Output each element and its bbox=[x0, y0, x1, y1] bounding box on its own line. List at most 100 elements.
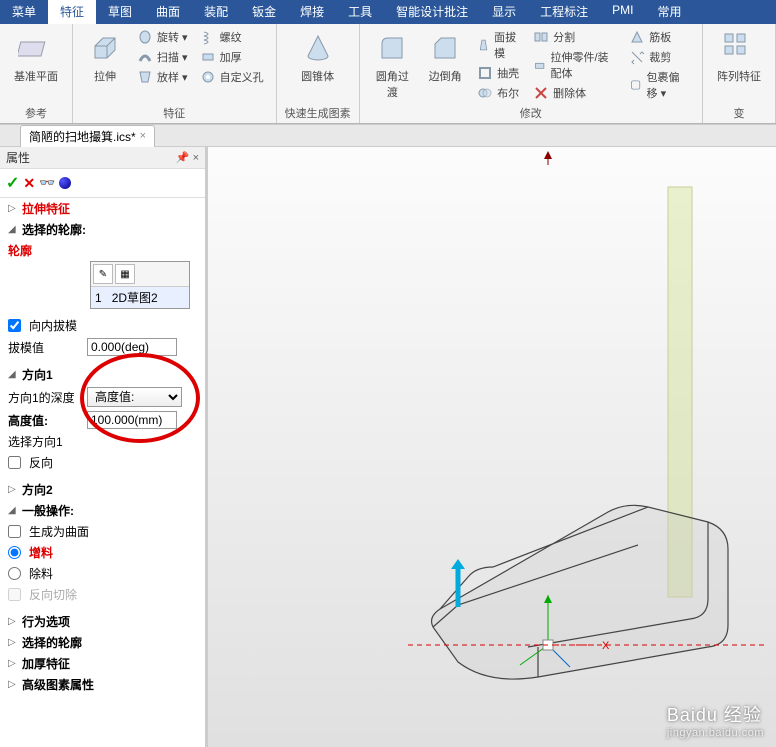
trim-button[interactable]: 裁剪 bbox=[625, 48, 694, 66]
sweep-icon bbox=[137, 49, 153, 65]
watermark: Baidu 经验 jingyan.baidu.com bbox=[667, 701, 764, 739]
tab-tools[interactable]: 工具 bbox=[336, 0, 384, 24]
tab-surface[interactable]: 曲面 bbox=[144, 0, 192, 24]
tab-sheetmetal[interactable]: 钣金 bbox=[240, 0, 288, 24]
inward-draft-row[interactable]: 向内拔模 bbox=[0, 315, 205, 336]
wrap-offset-button[interactable]: 包裹偏移 ▾ bbox=[625, 68, 694, 102]
general-op-row[interactable]: ◢ 一般操作: bbox=[0, 500, 205, 521]
tab-common[interactable]: 常用 bbox=[646, 0, 694, 24]
remove-material-radio[interactable] bbox=[8, 567, 21, 580]
thicken-feature-label: 加厚特征 bbox=[22, 655, 70, 672]
confirm-icon[interactable]: ✓ bbox=[6, 173, 19, 193]
array-icon bbox=[721, 30, 757, 66]
thread-icon bbox=[200, 29, 216, 45]
cone-button[interactable]: 圆锥体 bbox=[285, 28, 351, 86]
gen-surface-row[interactable]: 生成为曲面 bbox=[0, 521, 205, 542]
cancel-icon[interactable]: ✕ bbox=[23, 175, 35, 192]
main-area: 属性 📌 × ✓ ✕ 👓 ▷ 拉伸特征 ◢ 选择的轮廓: 轮廓 ✎ ▦ 1 bbox=[0, 147, 776, 747]
ribbon: 菜单 特征 草图 曲面 装配 钣金 焊接 工具 智能设计批注 显示 工程标注 P… bbox=[0, 0, 776, 125]
select-dir1-row[interactable]: 选择方向1 bbox=[0, 431, 205, 452]
reverse-cut-row[interactable]: 反向切除 bbox=[0, 584, 205, 605]
advanced-props-row[interactable]: ▷ 高级图素属性 bbox=[0, 674, 205, 695]
dir1-depth-select[interactable]: 高度值: bbox=[87, 387, 182, 407]
viewport-3d[interactable]: X Baidu 经验 jingyan.baidu.com bbox=[208, 147, 776, 747]
select-contour-row[interactable]: ▷ 选择的轮廓 bbox=[0, 632, 205, 653]
group-label-modify: 修改 bbox=[368, 103, 694, 123]
pull-part-button[interactable]: 拉伸零件/装配体 bbox=[529, 48, 621, 82]
tab-annotation[interactable]: 智能设计批注 bbox=[384, 0, 480, 24]
chamfer-icon bbox=[427, 30, 463, 66]
tab-weld[interactable]: 焊接 bbox=[288, 0, 336, 24]
preview-icon[interactable]: 👓 bbox=[39, 175, 55, 191]
thicken-feature-row[interactable]: ▷ 加厚特征 bbox=[0, 653, 205, 674]
draft-value-label: 拔模值 bbox=[8, 339, 83, 356]
close-icon[interactable]: × bbox=[140, 130, 146, 142]
reverse-row[interactable]: 反向 bbox=[0, 452, 205, 473]
dir2-section-row[interactable]: ▷ 方向2 bbox=[0, 479, 205, 500]
reverse-cut-checkbox bbox=[8, 588, 21, 601]
face-draft-button[interactable]: 面拔模 bbox=[473, 28, 525, 62]
remove-material-row[interactable]: 除料 bbox=[0, 563, 205, 584]
tab-menu[interactable]: 菜单 bbox=[0, 0, 48, 24]
edit-sketch-button[interactable]: ✎ bbox=[93, 264, 113, 284]
add-material-radio[interactable] bbox=[8, 546, 21, 559]
select-dir1-label: 选择方向1 bbox=[8, 433, 63, 450]
draft-icon bbox=[477, 37, 490, 53]
extrude-button[interactable]: 拉伸 bbox=[81, 28, 129, 86]
chamfer-button[interactable]: 边倒角 bbox=[421, 28, 469, 86]
rotate-button[interactable]: 旋转 ▾ bbox=[133, 28, 192, 46]
contour-section-row[interactable]: ◢ 选择的轮廓: bbox=[0, 219, 205, 240]
tab-sketch[interactable]: 草图 bbox=[96, 0, 144, 24]
tab-display[interactable]: 显示 bbox=[480, 0, 528, 24]
datum-plane-button[interactable]: 基准平面 bbox=[8, 28, 64, 86]
cone-icon bbox=[300, 30, 336, 66]
contour-list-box: ✎ ▦ 1 2D草图2 bbox=[90, 261, 190, 309]
gen-surface-checkbox[interactable] bbox=[8, 525, 21, 538]
contour-list-item[interactable]: 1 2D草图2 bbox=[91, 287, 189, 308]
general-op-label: 一般操作: bbox=[22, 502, 74, 519]
preview-dot-icon[interactable] bbox=[59, 177, 71, 189]
watermark-sub: jingyan.baidu.com bbox=[667, 727, 764, 739]
panel-header-controls[interactable]: 📌 × bbox=[176, 151, 199, 164]
dir1-section-row[interactable]: ◢ 方向1 bbox=[0, 364, 205, 385]
custom-hole-button[interactable]: 自定义孔 bbox=[196, 68, 268, 86]
contour-section-label: 选择的轮廓: bbox=[22, 221, 86, 238]
split-button[interactable]: 分割 bbox=[529, 28, 621, 46]
group-label-feature: 特征 bbox=[81, 103, 268, 123]
rib-button[interactable]: 筋板 bbox=[625, 28, 694, 46]
draft-value-input[interactable] bbox=[87, 338, 177, 356]
document-tab[interactable]: 简陋的扫地撮箕.ics* × bbox=[20, 125, 155, 147]
fillet-button[interactable]: 圆角过渡 bbox=[368, 28, 418, 102]
select-sketch-button[interactable]: ▦ bbox=[115, 264, 135, 284]
height-input[interactable] bbox=[87, 411, 177, 429]
thread-button[interactable]: 螺纹 bbox=[196, 28, 268, 46]
tab-pmi[interactable]: PMI bbox=[600, 0, 645, 24]
expand-icon: ▷ bbox=[8, 616, 18, 627]
add-material-row[interactable]: 增料 bbox=[0, 542, 205, 563]
reverse-checkbox[interactable] bbox=[8, 456, 21, 469]
inward-draft-label: 向内拔模 bbox=[29, 317, 77, 334]
expand-icon: ▷ bbox=[8, 658, 18, 669]
group-label-reference: 参考 bbox=[8, 103, 64, 123]
model-drawing: X bbox=[208, 147, 776, 747]
behavior-options-row[interactable]: ▷ 行为选项 bbox=[0, 611, 205, 632]
shell-button[interactable]: 抽壳 bbox=[473, 64, 525, 82]
array-feature-button[interactable]: 阵列特征 bbox=[711, 28, 767, 86]
gen-surface-label: 生成为曲面 bbox=[29, 523, 89, 540]
expand-icon: ▷ bbox=[8, 203, 18, 214]
tab-feature[interactable]: 特征 bbox=[48, 0, 96, 24]
wrap-icon bbox=[629, 77, 642, 93]
tab-drawing[interactable]: 工程标注 bbox=[528, 0, 600, 24]
boolean-button[interactable]: 布尔 bbox=[473, 84, 525, 102]
thicken-button[interactable]: 加厚 bbox=[196, 48, 268, 66]
feature-name-row[interactable]: ▷ 拉伸特征 bbox=[0, 198, 205, 219]
tab-assembly[interactable]: 装配 bbox=[192, 0, 240, 24]
delete-icon bbox=[533, 85, 549, 101]
inward-draft-checkbox[interactable] bbox=[8, 319, 21, 332]
delete-body-button[interactable]: 删除体 bbox=[529, 84, 621, 102]
sweep-button[interactable]: 扫描 ▾ bbox=[133, 48, 192, 66]
loft-button[interactable]: 放样 ▾ bbox=[133, 68, 192, 86]
panel-title: 属性 bbox=[6, 149, 30, 166]
height-label: 高度值: bbox=[8, 412, 83, 429]
shell-icon bbox=[477, 65, 493, 81]
